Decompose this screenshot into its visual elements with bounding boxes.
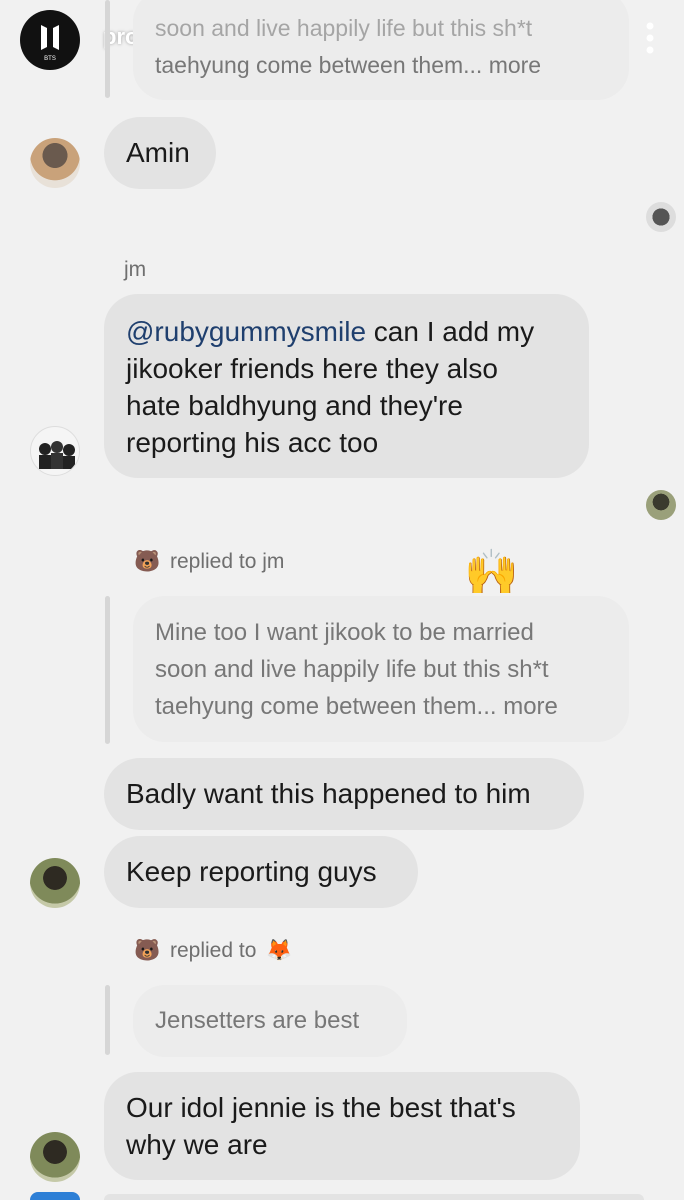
seen-avatar [646,202,676,232]
message-text-line: reporting his acc too [126,427,379,458]
message-text: Badly want this happened to him [126,778,531,809]
reply-indicator-line [105,596,110,744]
svg-text:BTS: BTS [44,56,56,62]
quoted-text-line: soon and live happily life but this sh*t [155,15,533,41]
message-text: Amin [126,137,190,168]
sender-avatar[interactable] [30,138,80,188]
quoted-message[interactable]: Jensetters are best [133,985,407,1057]
mention-link[interactable]: @rubygummysmile [126,316,366,347]
sender-name: jm [124,258,147,281]
message-bubble[interactable]: Our idol jennie is the best that's why w… [104,1072,580,1180]
reply-label: replied to jm [170,550,285,573]
seen-avatar [646,490,676,520]
bts-logo-icon: BTS [41,25,59,62]
message-bubble[interactable]: Badly want this happened to him [104,758,584,830]
message-bubble[interactable]: Amin [104,117,216,189]
sender-avatar[interactable] [30,426,80,476]
quoted-text-line: soon and live happily life but this sh*t [155,656,549,683]
profile-avatar[interactable]: BTS [20,10,80,70]
quoted-message[interactable]: Mine too I want jikook to be married soo… [133,596,629,742]
more-vertical-icon[interactable] [640,20,660,56]
quoted-message[interactable]: soon and live happily life but this sh*t… [133,0,629,100]
message-text-line: Our idol jennie is the best that's [126,1092,516,1123]
quoted-text-line: taehyung come between them... more [155,693,558,720]
message-text-line: jikooker friends here they also [126,353,498,384]
message-text-line: why we are [126,1129,268,1160]
reply-info: 🐻 replied to 🦊 [134,938,292,963]
next-bubble-partial [104,1194,644,1200]
message-bubble[interactable]: Keep reporting guys [104,836,418,908]
quoted-text-line: taehyung come between them... more [155,52,542,78]
reply-label: replied to [170,939,257,962]
reply-info: 🐻 replied to jm [134,549,284,574]
bear-emoji-icon: 🐻 [134,938,161,962]
reply-indicator-line [105,985,110,1055]
reply-indicator-line [105,0,110,98]
quoted-text-line: Mine too I want jikook to be married [155,619,534,646]
quoted-text: Jensetters are best [155,1007,360,1034]
message-text-line: hate baldhyung and they're [126,390,463,421]
message-text: Keep reporting guys [126,856,377,887]
message-bubble[interactable]: @rubygummysmile can I add my jikooker fr… [104,294,589,478]
next-avatar-partial [30,1192,80,1200]
fox-emoji-icon: 🦊 [266,938,293,962]
sender-avatar[interactable] [30,1132,80,1182]
raised-hands-emoji-icon: 🙌 [464,547,519,598]
message-text-line: @rubygummysmile can I add my [126,316,535,347]
sender-avatar[interactable] [30,858,80,908]
bear-emoji-icon: 🐻 [134,549,161,573]
